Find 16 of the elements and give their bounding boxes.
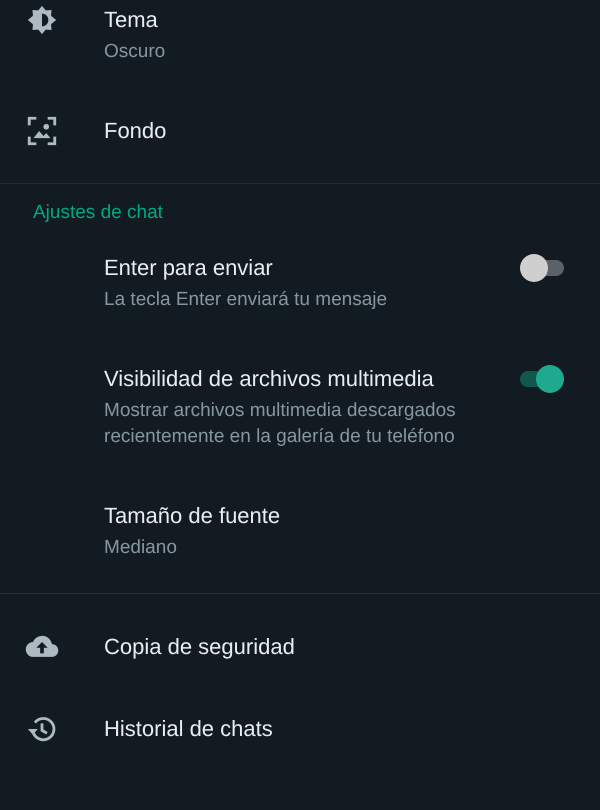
sun-icon (25, 3, 59, 37)
toggle-switch[interactable] (520, 254, 564, 282)
setting-title[interactable]: Historial de chats (104, 713, 596, 745)
setting-description: La tecla Enter enviará tu mensaje (104, 288, 388, 312)
setting-title[interactable]: Fondo (104, 115, 596, 147)
setting-title[interactable]: Tamaño de fuente (104, 500, 596, 532)
setting-description: Mediano (104, 536, 178, 560)
setting-title[interactable]: Tema (104, 4, 596, 36)
setting-title[interactable]: Copia de seguridad (104, 631, 596, 663)
setting-description: Mostrar archivos multimedia descargados recientemente en la galería de tu teléfono (104, 399, 457, 449)
setting-title[interactable]: Visibilidad de archivos multimedia (104, 363, 508, 395)
image-icon (25, 114, 59, 148)
setting-title[interactable]: Enter para enviar (104, 252, 508, 284)
section-header: Ajustes de chat (32, 201, 164, 225)
setting-description: Oscuro (104, 40, 166, 64)
toggle-switch[interactable] (520, 365, 564, 393)
